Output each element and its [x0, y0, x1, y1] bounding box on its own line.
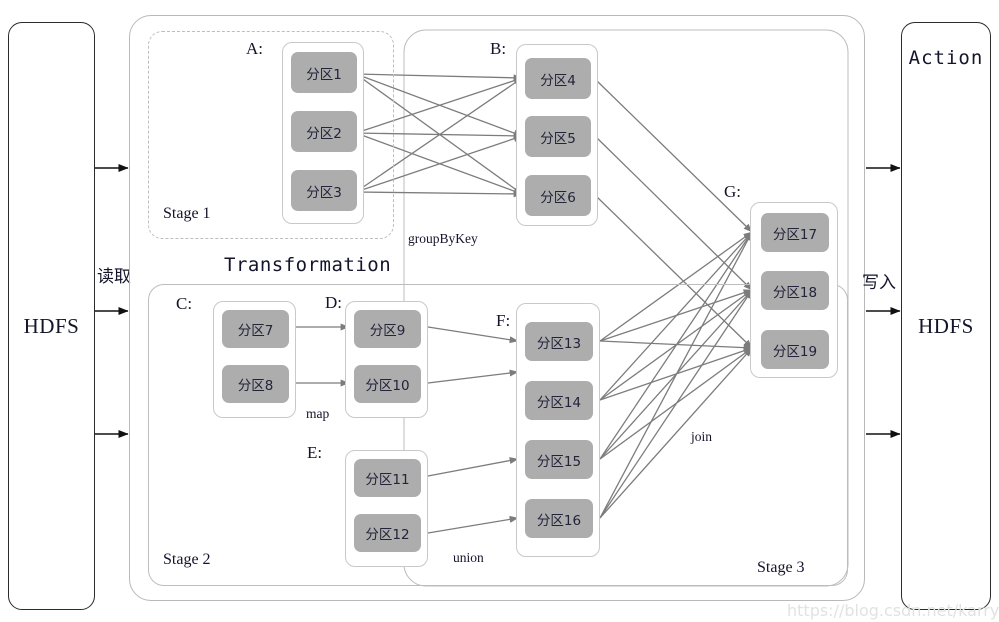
- rdd-a-caption: A:: [246, 39, 263, 58]
- op-join-label: join: [691, 429, 713, 444]
- write-arrow-label: 写入: [862, 273, 896, 293]
- op-groupbykey-label: groupByKey: [408, 231, 478, 246]
- rdd-b-group[interactable]: 分区4 分区5 分区6: [516, 44, 598, 226]
- hdfs-sink-panel[interactable]: Action HDFS: [901, 22, 991, 610]
- stage-1-label: Stage 1: [163, 205, 211, 222]
- partition-p19[interactable]: 分区19: [761, 330, 829, 369]
- rdd-d-group[interactable]: 分区9 分区10: [345, 301, 428, 418]
- partition-p10[interactable]: 分区10: [354, 365, 421, 403]
- partition-p4[interactable]: 分区4: [525, 58, 591, 99]
- watermark: https://blog.csdn.net/karry_zzj: [787, 601, 999, 620]
- stage-3-label: Stage 3: [757, 559, 805, 576]
- rdd-c-caption: C:: [176, 294, 193, 313]
- action-label: Action: [908, 47, 984, 69]
- read-arrow-label: 读取: [97, 267, 131, 287]
- partition-p15[interactable]: 分区15: [525, 440, 593, 479]
- op-map-label: map: [306, 406, 330, 421]
- rdd-g-caption: G:: [724, 182, 741, 201]
- rdd-f-group[interactable]: 分区13 分区14 分区15 分区16: [516, 303, 600, 557]
- transformation-label: Transformation: [224, 254, 392, 276]
- partition-p14[interactable]: 分区14: [525, 381, 593, 420]
- partition-p11[interactable]: 分区11: [354, 459, 421, 497]
- rdd-e-group[interactable]: 分区11 分区12: [345, 450, 428, 567]
- rdd-c-group[interactable]: 分区7 分区8: [213, 301, 296, 418]
- partition-p1[interactable]: 分区1: [291, 52, 357, 93]
- partition-p17[interactable]: 分区17: [761, 213, 829, 252]
- partition-p8[interactable]: 分区8: [222, 365, 289, 403]
- partition-p5[interactable]: 分区5: [525, 116, 591, 157]
- partition-p7[interactable]: 分区7: [222, 310, 289, 348]
- rdd-f-caption: F:: [496, 311, 511, 330]
- partition-p3[interactable]: 分区3: [291, 170, 357, 211]
- partition-p16[interactable]: 分区16: [525, 499, 593, 538]
- rdd-a-group[interactable]: 分区1 分区2 分区3: [282, 42, 364, 224]
- partition-p12[interactable]: 分区12: [354, 514, 421, 552]
- op-union-label: union: [453, 550, 484, 565]
- rdd-b-caption: B:: [490, 39, 507, 58]
- wires-hdfs-write: [866, 164, 901, 438]
- rdd-d-caption: D:: [325, 293, 342, 312]
- rdd-g-group[interactable]: 分区17 分区18 分区19: [750, 202, 838, 378]
- hdfs-source-label: HDFS: [23, 314, 80, 338]
- partition-p13[interactable]: 分区13: [525, 322, 593, 361]
- stage-2-label: Stage 2: [163, 551, 211, 568]
- wires-hdfs-read: [95, 164, 129, 438]
- rdd-e-caption: E:: [307, 443, 323, 462]
- partition-p18[interactable]: 分区18: [761, 271, 829, 310]
- partition-p2[interactable]: 分区2: [291, 111, 357, 152]
- hdfs-source-panel[interactable]: HDFS: [8, 22, 95, 610]
- partition-p9[interactable]: 分区9: [354, 310, 421, 348]
- partition-p6[interactable]: 分区6: [525, 175, 591, 216]
- hdfs-sink-label: HDFS: [918, 314, 974, 338]
